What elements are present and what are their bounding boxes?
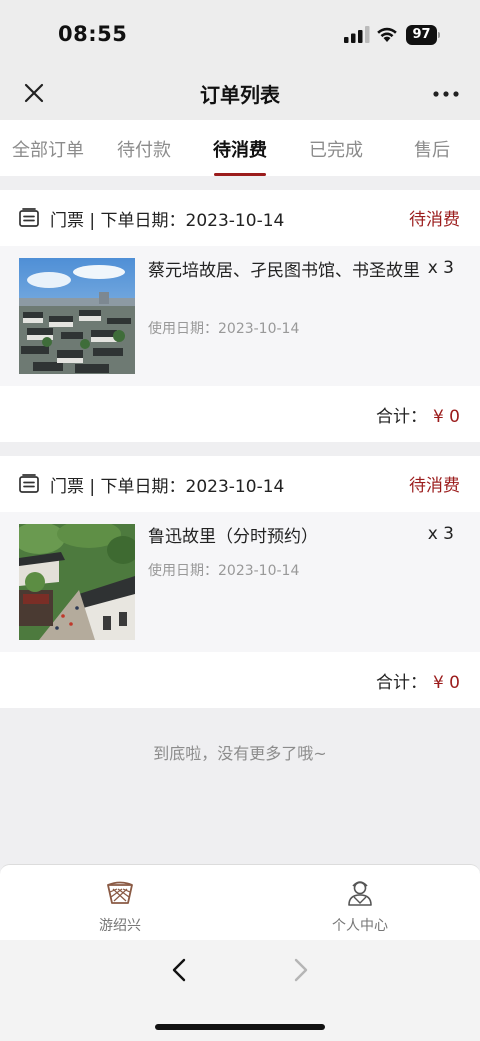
page-title: 订单列表 bbox=[200, 83, 280, 107]
order-item[interactable]: 鲁迅故里（分时预约） x 3 使用日期：2023-10-14 bbox=[0, 512, 480, 652]
bottom-tab-label: 个人中心 bbox=[332, 918, 388, 934]
home-indicator bbox=[155, 1024, 325, 1030]
order-status: 待消费 bbox=[409, 476, 460, 496]
battery-icon: 97 bbox=[406, 25, 440, 45]
order-header: 门票 | 下单日期：2023-10-14 待消费 bbox=[0, 190, 480, 246]
total-price: ¥ 0 bbox=[432, 673, 460, 693]
tab-completed[interactable]: 已完成 bbox=[288, 120, 384, 176]
bottom-tab-bar: 游绍兴 个人中心 bbox=[0, 864, 480, 940]
tab-pending-payment[interactable]: 待付款 bbox=[96, 120, 192, 176]
battery-level: 97 bbox=[406, 25, 437, 45]
browser-toolbar bbox=[0, 940, 480, 1041]
attraction-thumbnail bbox=[19, 258, 135, 374]
item-name: 蔡元培故居、孑民图书馆、书圣故里 bbox=[148, 261, 420, 281]
cellular-signal-icon bbox=[344, 26, 370, 43]
item-quantity: x 3 bbox=[427, 258, 454, 278]
more-options-icon[interactable] bbox=[432, 90, 460, 98]
use-date: 使用日期：2023-10-14 bbox=[148, 563, 300, 579]
basket-icon bbox=[107, 881, 133, 904]
order-card[interactable]: 门票 | 下单日期：2023-10-14 待消费 蔡元培故居、孑民图书馆、书圣故… bbox=[0, 190, 480, 442]
ticket-icon bbox=[19, 474, 39, 493]
order-status-tabs: 全部订单 待付款 待消费 已完成 售后 bbox=[0, 120, 480, 176]
order-category-date: 门票 | 下单日期：2023-10-14 bbox=[50, 477, 285, 497]
item-name: 鲁迅故里（分时预约） bbox=[148, 527, 318, 547]
tab-all-orders[interactable]: 全部订单 bbox=[0, 120, 96, 176]
tab-pending-use[interactable]: 待消费 bbox=[192, 120, 288, 176]
order-status: 待消费 bbox=[409, 210, 460, 230]
order-header: 门票 | 下单日期：2023-10-14 待消费 bbox=[0, 456, 480, 512]
person-icon bbox=[348, 881, 372, 906]
ticket-icon bbox=[19, 208, 39, 227]
order-footer: 合计： ¥ 0 bbox=[0, 652, 480, 708]
order-total: 合计： ¥ 0 bbox=[376, 668, 460, 693]
total-label: 合计： bbox=[375, 673, 427, 693]
order-footer: 合计： ¥ 0 bbox=[0, 386, 480, 442]
total-price: ¥ 0 bbox=[432, 407, 460, 427]
wifi-icon bbox=[377, 27, 397, 42]
tab-after-sales[interactable]: 售后 bbox=[384, 120, 480, 176]
end-of-list-message: 到底啦，没有更多了哦~ bbox=[153, 744, 327, 763]
status-time: 08:55 bbox=[58, 22, 128, 46]
bottom-tab-label: 游绍兴 bbox=[99, 918, 141, 934]
forward-arrow-icon[interactable] bbox=[292, 958, 310, 982]
order-total: 合计： ¥ 0 bbox=[376, 402, 460, 427]
bottom-tab-profile[interactable]: 个人中心 bbox=[240, 865, 480, 940]
attraction-thumbnail bbox=[19, 524, 135, 640]
use-date: 使用日期：2023-10-14 bbox=[148, 321, 300, 337]
order-item[interactable]: 蔡元培故居、孑民图书馆、书圣故里 x 3 使用日期：2023-10-14 bbox=[0, 246, 480, 386]
total-label: 合计： bbox=[375, 407, 427, 427]
bottom-tab-explore[interactable]: 游绍兴 bbox=[0, 865, 240, 940]
item-quantity: x 3 bbox=[427, 524, 454, 544]
status-bar: 08:55 97 bbox=[0, 0, 480, 70]
order-category-date: 门票 | 下单日期：2023-10-14 bbox=[50, 211, 285, 231]
nav-bar: 订单列表 bbox=[0, 70, 480, 120]
back-arrow-icon[interactable] bbox=[170, 958, 188, 982]
order-card[interactable]: 门票 | 下单日期：2023-10-14 待消费 鲁迅故里（分时预约） x 3 … bbox=[0, 456, 480, 708]
